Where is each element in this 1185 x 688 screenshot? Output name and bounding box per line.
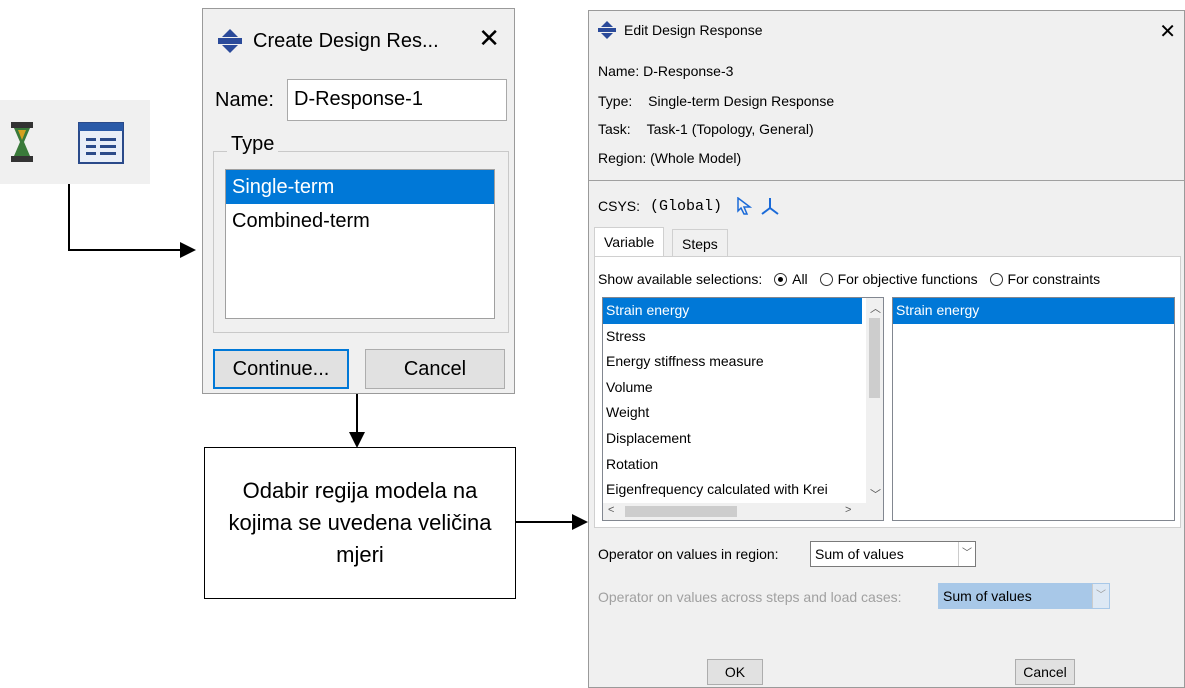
scroll-right-icon[interactable]: > xyxy=(845,504,851,516)
design-response-icon[interactable] xyxy=(8,122,36,162)
connector-line xyxy=(68,184,70,250)
scroll-thumb[interactable] xyxy=(869,318,880,398)
list-item[interactable]: Rotation xyxy=(603,452,883,478)
scroll-up-icon[interactable]: ︿ xyxy=(870,300,881,316)
radio-all[interactable]: All xyxy=(774,271,808,287)
radio-label: For constraints xyxy=(1007,271,1101,287)
callout-text: Odabir regija modela na kojima se uveden… xyxy=(228,478,492,567)
horizontal-scrollbar[interactable]: < > xyxy=(603,503,883,520)
toolbar xyxy=(0,100,150,184)
form-icon[interactable] xyxy=(78,122,124,164)
continue-button[interactable]: Continue... xyxy=(213,349,349,389)
show-selections-label: Show available selections: xyxy=(598,271,763,287)
list-item[interactable]: Displacement xyxy=(603,426,883,452)
abaqus-logo-icon xyxy=(218,29,242,53)
type-group-label: Type xyxy=(227,133,279,156)
available-variables-list[interactable]: Strain energy Stress Energy stiffness me… xyxy=(602,297,884,521)
connector-line xyxy=(68,249,182,251)
radio-icon[interactable] xyxy=(989,273,1003,286)
edit-design-response-dialog: Edit Design Response ✕ Name: D-Response-… xyxy=(588,10,1185,688)
abaqus-logo-icon xyxy=(598,21,616,39)
close-icon[interactable]: ✕ xyxy=(478,23,500,54)
select-value: Sum of values xyxy=(943,588,1032,604)
radio-label: For objective functions xyxy=(837,271,978,287)
type-value: Single-term Design Response xyxy=(648,93,835,109)
selected-variables-list[interactable]: Strain energy xyxy=(892,297,1175,521)
operator-steps-label: Operator on values across steps and load… xyxy=(598,589,902,605)
scroll-down-icon[interactable]: ﹀ xyxy=(870,486,881,502)
radio-label: All xyxy=(792,271,808,287)
connector-line xyxy=(356,394,358,434)
separator xyxy=(589,180,1184,181)
task-line: Task: Task-1 (Topology, General) xyxy=(598,121,814,137)
arrow-right-icon xyxy=(180,242,196,258)
list-item[interactable]: Combined-term xyxy=(226,204,494,238)
list-item[interactable]: Strain energy xyxy=(603,298,862,324)
name-input[interactable]: D-Response-1 xyxy=(287,79,507,121)
callout-box: Odabir regija modela na kojima se uveden… xyxy=(204,447,516,599)
cancel-button[interactable]: Cancel xyxy=(365,349,505,389)
arrow-right-icon xyxy=(572,514,588,530)
chevron-down-icon[interactable]: ﹀ xyxy=(1092,584,1109,608)
csys-row: CSYS: (Global) xyxy=(598,197,780,215)
vertical-scrollbar[interactable]: ︿ ﹀ xyxy=(866,298,883,504)
create-design-response-dialog: Create Design Res... ✕ Name: D-Response-… xyxy=(202,8,515,394)
operator-region-label: Operator on values in region: xyxy=(598,546,779,562)
csys-value: (Global) xyxy=(650,197,723,215)
datum-csys-icon[interactable] xyxy=(760,197,780,215)
radio-objective[interactable]: For objective functions xyxy=(819,271,978,287)
list-item[interactable]: Volume xyxy=(603,375,883,401)
radio-icon[interactable] xyxy=(774,273,788,286)
csys-label: CSYS: xyxy=(598,198,641,214)
list-item[interactable]: Strain energy xyxy=(893,298,1174,324)
dialog-title: Edit Design Response xyxy=(624,22,763,38)
list-item[interactable]: Eigenfrequency calculated with Krei xyxy=(603,477,862,503)
task-value: Task-1 (Topology, General) xyxy=(646,121,814,137)
list-item[interactable]: Energy stiffness measure xyxy=(603,349,883,375)
tab-variable[interactable]: Variable xyxy=(594,227,665,257)
show-selections-row: Show available selections: All For objec… xyxy=(598,271,1100,287)
dialog-title-bar: Edit Design Response xyxy=(598,21,763,39)
type-listbox[interactable]: Single-term Combined-term xyxy=(225,169,495,319)
scroll-thumb[interactable] xyxy=(625,506,737,517)
radio-constraints[interactable]: For constraints xyxy=(989,271,1101,287)
select-value: Sum of values xyxy=(815,546,904,562)
list-item[interactable]: Stress xyxy=(603,324,883,350)
dialog-title: Create Design Res... xyxy=(253,29,439,52)
dialog-title-bar: Create Design Res... xyxy=(217,25,439,57)
region-line: Region: (Whole Model) xyxy=(598,150,742,166)
name-line: Name: D-Response-3 xyxy=(598,63,734,79)
task-label: Task: xyxy=(598,121,631,137)
list-item[interactable]: Weight xyxy=(603,400,883,426)
ok-button[interactable]: OK xyxy=(707,659,763,685)
close-icon[interactable]: ✕ xyxy=(1159,19,1176,44)
operator-steps-select[interactable]: Sum of values ﹀ xyxy=(938,583,1110,609)
radio-icon[interactable] xyxy=(819,273,833,286)
list-item[interactable]: Single-term xyxy=(226,170,494,204)
chevron-down-icon[interactable]: ﹀ xyxy=(958,542,975,566)
select-arrow-icon[interactable] xyxy=(736,197,753,215)
type-line: Type: Single-term Design Response xyxy=(598,93,834,109)
type-label: Type: xyxy=(598,93,633,109)
tab-steps[interactable]: Steps xyxy=(672,229,728,257)
arrow-down-icon xyxy=(349,432,365,448)
name-label: Name: xyxy=(215,89,274,111)
operator-region-select[interactable]: Sum of values ﹀ xyxy=(810,541,976,567)
connector-line xyxy=(516,521,574,523)
scroll-left-icon[interactable]: < xyxy=(608,504,614,516)
cancel-button[interactable]: Cancel xyxy=(1015,659,1075,685)
